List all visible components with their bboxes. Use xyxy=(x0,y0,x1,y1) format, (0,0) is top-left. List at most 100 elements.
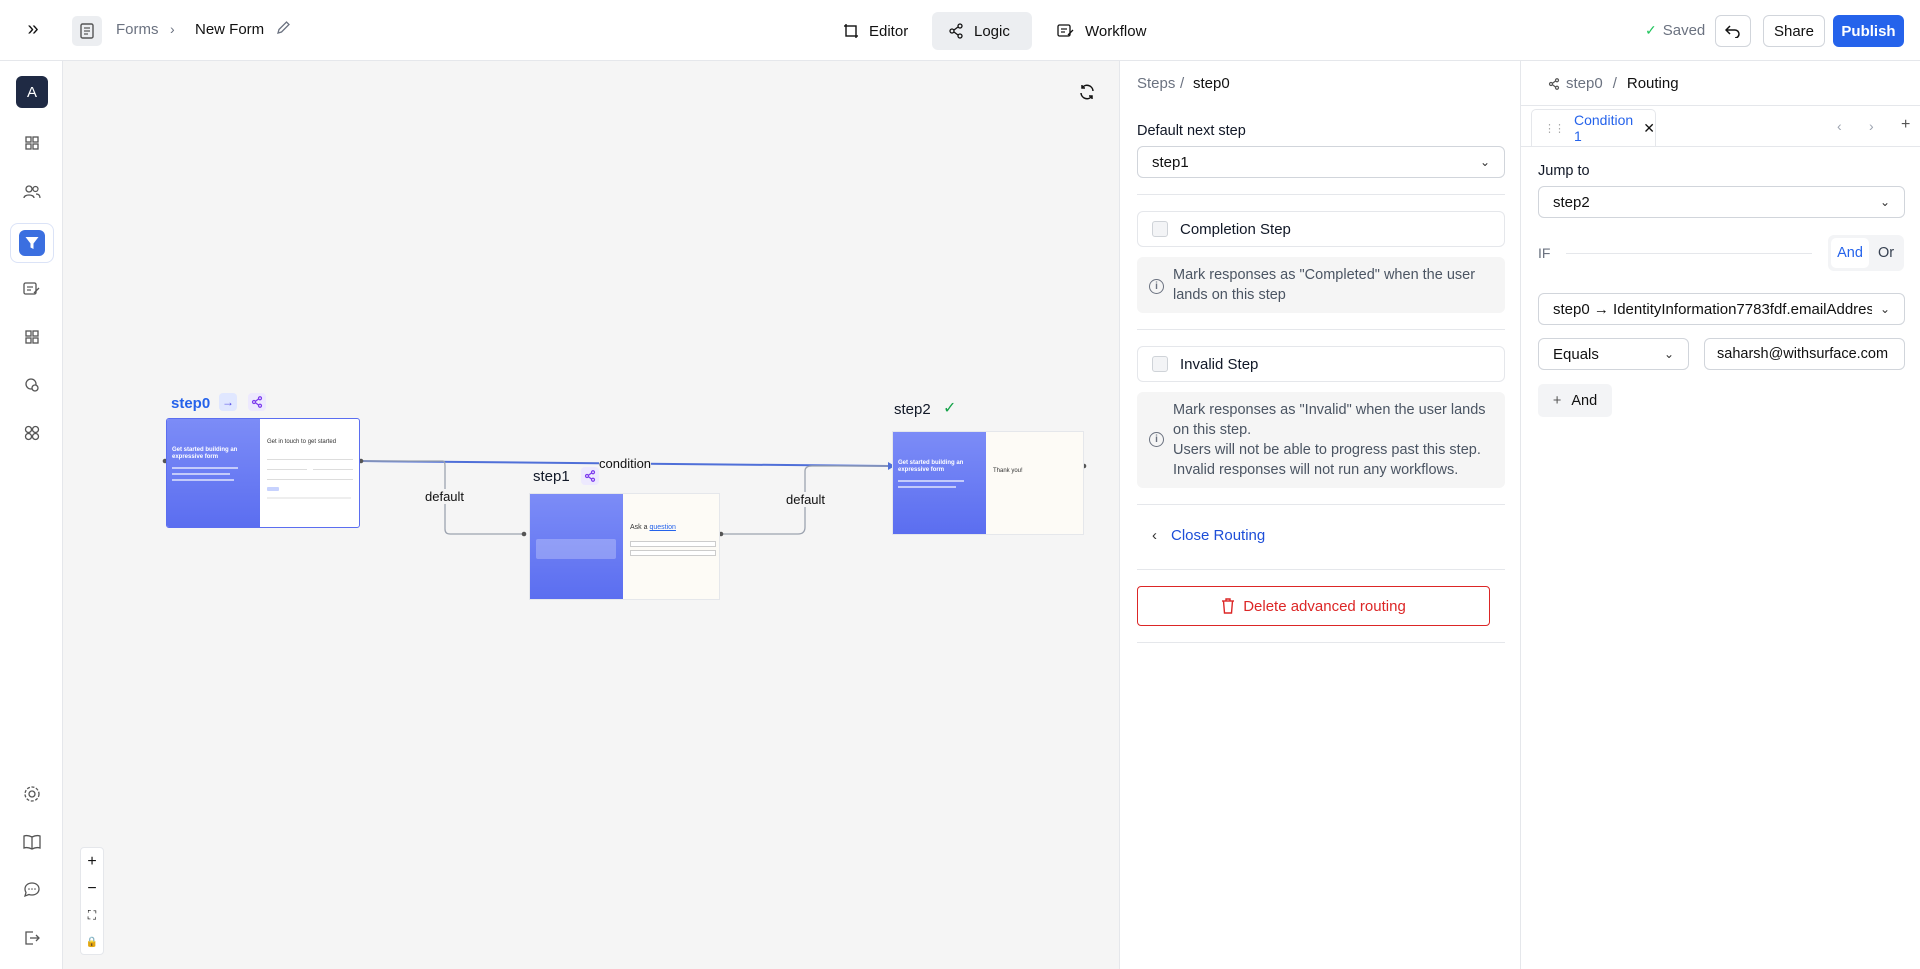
crop-frame-icon xyxy=(844,24,858,38)
completion-label: Completion Step xyxy=(1180,220,1291,238)
info-icon: i xyxy=(1149,279,1164,294)
dashboard-icon[interactable] xyxy=(16,127,48,159)
divider xyxy=(1566,253,1812,254)
divider xyxy=(1137,329,1505,330)
publish-button[interactable]: Publish xyxy=(1833,15,1904,47)
chat-support-icon[interactable] xyxy=(16,874,48,906)
workflow-list-icon[interactable] xyxy=(16,273,48,305)
routing-panel: step0 / Routing ⋮⋮ Condition 1 ✕ ‹ › + J… xyxy=(1521,61,1920,969)
breadcrumb-forms[interactable]: Forms xyxy=(116,21,159,38)
breadcrumb-step0: step0 xyxy=(1193,75,1230,92)
breadcrumb-steps[interactable]: Steps xyxy=(1137,75,1175,92)
expand-sidebar-icon[interactable]: » xyxy=(20,16,46,42)
settings-gear-icon[interactable] xyxy=(16,778,48,810)
delete-routing-button[interactable]: Delete advanced routing xyxy=(1137,586,1490,626)
edge-label-condition: condition xyxy=(599,456,652,471)
invalid-info: i Mark responses as "Invalid" when the u… xyxy=(1137,392,1505,488)
breadcrumb-separator: / xyxy=(1612,75,1617,92)
divider xyxy=(1521,146,1920,147)
tab-condition-1[interactable]: ⋮⋮ Condition 1 ✕ xyxy=(1531,109,1656,146)
if-label: IF xyxy=(1538,245,1551,261)
logout-icon[interactable] xyxy=(16,922,48,954)
docs-book-icon[interactable] xyxy=(16,826,48,858)
divider xyxy=(1137,194,1505,195)
save-status: ✓ Saved xyxy=(1645,22,1705,39)
workspace-avatar[interactable]: A xyxy=(16,76,48,108)
thumb2-hero-text: Get started building an expressive form xyxy=(898,460,964,473)
prev-condition-icon[interactable]: ‹ xyxy=(1837,118,1842,134)
tab-editor[interactable]: Editor xyxy=(827,12,924,50)
form-title[interactable]: New Form xyxy=(195,21,264,38)
node-label-step0[interactable]: step0 xyxy=(171,395,210,412)
flow-canvas[interactable]: condition default default step0 → Get st… xyxy=(63,61,1120,969)
completion-step-toggle[interactable]: Completion Step xyxy=(1137,211,1505,247)
forms-filter-icon[interactable] xyxy=(10,223,54,263)
invalid-checkbox[interactable] xyxy=(1152,356,1168,372)
close-tab-icon[interactable]: ✕ xyxy=(1643,120,1655,137)
zoom-out-button[interactable]: − xyxy=(81,875,103,902)
lock-button[interactable]: 🔒 xyxy=(81,929,103,956)
add-condition-icon[interactable]: + xyxy=(1901,116,1910,134)
node-step2-preview[interactable]: Get started building an expressive form … xyxy=(892,431,1084,535)
users-icon[interactable] xyxy=(16,176,48,208)
default-next-value: step1 xyxy=(1152,153,1189,171)
tab-workflow[interactable]: Workflow xyxy=(1041,12,1162,50)
zoom-in-button[interactable]: + xyxy=(81,848,103,875)
node-label-step2[interactable]: step2 xyxy=(894,401,931,418)
modules-icon[interactable] xyxy=(16,417,48,449)
left-sidebar: A xyxy=(0,61,63,969)
share-nodes-icon xyxy=(949,23,963,39)
node-step0-preview[interactable]: Get started building an expressive form … xyxy=(166,418,360,528)
step-settings-panel: Steps / step0 Default next step step1 ⌄ … xyxy=(1120,61,1521,969)
thumb-hero-text: Get started building an expressive form xyxy=(172,447,238,460)
jump-to-value: step2 xyxy=(1553,193,1590,211)
close-routing-button[interactable]: ‹ Close Routing xyxy=(1152,527,1265,544)
divider xyxy=(1521,105,1920,106)
jump-to-label: Jump to xyxy=(1538,163,1590,179)
breadcrumb-routing: Routing xyxy=(1626,75,1679,92)
branch-icon-step1[interactable] xyxy=(581,467,599,485)
chevron-down-icon: ⌄ xyxy=(1479,155,1490,169)
divider xyxy=(1137,569,1505,570)
fit-view-button[interactable]: ⛶ xyxy=(81,902,103,929)
invalid-label: Invalid Step xyxy=(1180,355,1259,373)
apps-grid-icon[interactable] xyxy=(16,321,48,353)
completion-checkbox[interactable] xyxy=(1152,221,1168,237)
divider xyxy=(1137,642,1505,643)
integrations-icon[interactable] xyxy=(16,369,48,401)
drag-handle-icon: ⋮⋮ xyxy=(1544,122,1565,135)
and-toggle-button[interactable]: And xyxy=(1831,238,1869,268)
chevron-down-icon: ⌄ xyxy=(1879,195,1890,209)
invalid-info-line-2: Users will not be able to progress past … xyxy=(1173,442,1481,458)
invalid-step-toggle[interactable]: Invalid Step xyxy=(1137,346,1505,382)
edit-title-icon[interactable] xyxy=(276,20,291,39)
invalid-info-line-3: Invalid responses will not run any workf… xyxy=(1173,462,1459,478)
tab-logic[interactable]: Logic xyxy=(932,12,1032,50)
field-select[interactable]: step0 → IdentityInformation7783fdf.email… xyxy=(1538,293,1905,325)
branch-icon[interactable] xyxy=(248,393,266,411)
add-and-condition-button[interactable]: + And xyxy=(1538,384,1612,417)
edge-label-default-1: default xyxy=(425,489,465,504)
arrow-right-icon: → xyxy=(219,393,237,411)
compare-value-input[interactable] xyxy=(1704,338,1905,370)
check-icon: ✓ xyxy=(1645,22,1657,38)
next-condition-icon[interactable]: › xyxy=(1869,118,1874,134)
or-toggle-button[interactable]: Or xyxy=(1869,238,1903,268)
tab-workflow-label: Workflow xyxy=(1085,22,1147,40)
undo-button[interactable] xyxy=(1715,15,1751,47)
share-button[interactable]: Share xyxy=(1763,15,1825,47)
default-next-label: Default next step xyxy=(1137,123,1246,139)
workflow-icon xyxy=(1057,24,1074,37)
node-step1-preview[interactable]: Ask a question xyxy=(529,493,720,600)
form-icon[interactable] xyxy=(72,16,102,46)
default-next-select[interactable]: step1 ⌄ xyxy=(1137,146,1505,178)
breadcrumb-step[interactable]: step0 xyxy=(1566,75,1603,92)
share-nodes-icon xyxy=(1548,77,1560,90)
undo-icon xyxy=(1725,25,1740,38)
node-label-step1[interactable]: step1 xyxy=(533,468,570,485)
saved-label: Saved xyxy=(1662,22,1706,39)
operator-select[interactable]: Equals ⌄ xyxy=(1538,338,1689,370)
jump-to-select[interactable]: step2 ⌄ xyxy=(1538,186,1905,218)
plus-icon: + xyxy=(1552,392,1562,409)
info-icon: i xyxy=(1149,432,1164,447)
